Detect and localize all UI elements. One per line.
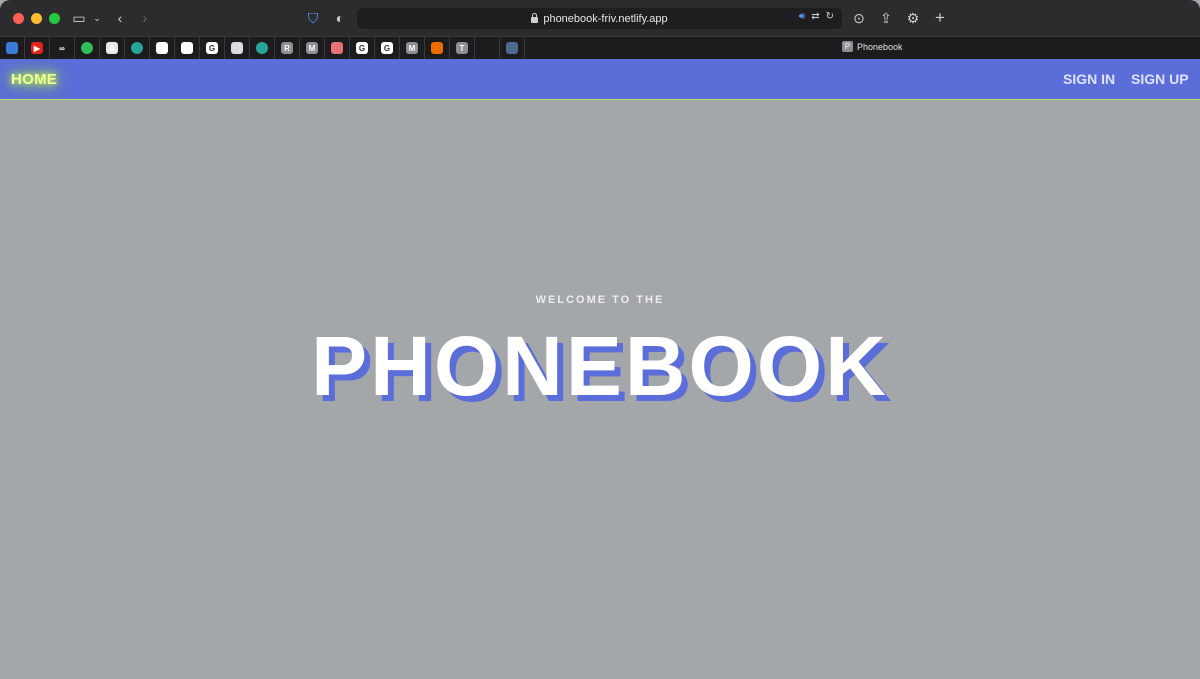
favorite-item[interactable]	[225, 37, 250, 59]
favorite-item[interactable]	[250, 37, 275, 59]
url-text: phonebook-friv.netlify.app	[543, 12, 668, 25]
link-icon: ∞	[56, 42, 68, 54]
teal-dot-icon	[131, 42, 143, 54]
youtube-icon: ▶	[31, 42, 43, 54]
pdf-icon: A	[106, 42, 118, 54]
favorite-item[interactable]	[475, 37, 500, 59]
active-tab[interactable]: P Phonebook	[842, 41, 903, 52]
favorite-item[interactable]: G	[200, 37, 225, 59]
favorite-item[interactable]	[325, 37, 350, 59]
close-window-button[interactable]	[13, 12, 24, 24]
favorites-list: ▶ ∞ A G R M G G M T	[0, 37, 525, 59]
settings-icon	[231, 42, 243, 54]
favorite-item[interactable]: A	[100, 37, 125, 59]
site-navbar: HOME SIGN IN SIGN UP	[0, 59, 1200, 100]
orange-icon	[431, 42, 443, 54]
favorite-item[interactable]: G	[350, 37, 375, 59]
welcome-text: WELCOME TO THE	[535, 294, 665, 306]
address-bar[interactable]: phonebook-friv.netlify.app 🔊︎ ⇄ ↻	[357, 8, 842, 29]
lock-icon	[531, 12, 539, 23]
favorite-item[interactable]	[500, 37, 525, 59]
t-icon: T	[456, 42, 468, 54]
share-icon[interactable]: ⇪	[877, 9, 895, 27]
browser-window: ▭ ⌄ ‹ › ⛉ ◐ phonebook-friv.netlify.app 🔊…	[0, 0, 1200, 679]
m-icon: M	[406, 42, 418, 54]
gear-icon[interactable]: ⚙	[904, 9, 922, 27]
minimize-window-button[interactable]	[31, 12, 42, 24]
teal-dot-icon	[256, 42, 268, 54]
finder-icon	[6, 42, 18, 54]
download-icon[interactable]: ⊙	[850, 9, 868, 27]
tab-title: Phonebook	[857, 41, 903, 52]
browser-toolbar: ▭ ⌄ ‹ › ⛉ ◐ phonebook-friv.netlify.app 🔊…	[0, 0, 1200, 36]
google-icon: G	[356, 42, 368, 54]
favorite-item[interactable]	[0, 37, 25, 59]
spotify-icon	[81, 42, 93, 54]
favorite-item[interactable]: T	[450, 37, 475, 59]
google-icon: G	[381, 42, 393, 54]
page-title: PHONEBOOK	[311, 319, 889, 413]
favorite-item[interactable]	[125, 37, 150, 59]
forward-icon[interactable]: ›	[136, 9, 154, 27]
tab-favicon: P	[842, 41, 853, 52]
logo-icon	[481, 42, 493, 54]
translate-icon[interactable]: ⇄	[811, 11, 819, 22]
favorite-item[interactable]: ▶	[25, 37, 50, 59]
photo-icon	[506, 42, 518, 54]
github-icon	[181, 42, 193, 54]
google-icon: G	[206, 42, 218, 54]
speaker-icon[interactable]: 🔊︎	[799, 11, 805, 22]
m-icon: M	[306, 42, 318, 54]
favorite-item[interactable]: M	[400, 37, 425, 59]
github-icon	[156, 42, 168, 54]
r-icon: R	[281, 42, 293, 54]
zoom-window-button[interactable]	[49, 12, 60, 24]
sign-in-link[interactable]: SIGN IN	[1063, 71, 1115, 87]
new-tab-icon[interactable]: +	[931, 9, 949, 27]
shield-check-icon[interactable]: ⛉	[304, 9, 322, 27]
home-link[interactable]: HOME	[11, 71, 57, 88]
favorite-item[interactable]	[425, 37, 450, 59]
chevron-down-icon[interactable]: ⌄	[88, 9, 106, 27]
favorite-item[interactable]: ∞	[50, 37, 75, 59]
back-icon[interactable]: ‹	[111, 9, 129, 27]
favorite-item[interactable]	[75, 37, 100, 59]
favorite-item[interactable]: M	[300, 37, 325, 59]
sign-up-link[interactable]: SIGN UP	[1131, 71, 1189, 87]
window-controls	[13, 12, 60, 24]
favorite-item[interactable]	[150, 37, 175, 59]
sidebar-icon[interactable]: ▭	[70, 9, 88, 27]
favorite-item[interactable]	[175, 37, 200, 59]
favorite-item[interactable]: G	[375, 37, 400, 59]
privacy-shield-icon[interactable]: ◐	[331, 9, 349, 27]
reload-icon[interactable]: ↻	[826, 11, 834, 22]
favorite-item[interactable]: R	[275, 37, 300, 59]
app-icon	[331, 42, 343, 54]
favorites-bar: ▶ ∞ A G R M G G M T P Phonebook	[0, 36, 1200, 59]
hero-section: WELCOME TO THE PHONEBOOK	[0, 98, 1200, 679]
